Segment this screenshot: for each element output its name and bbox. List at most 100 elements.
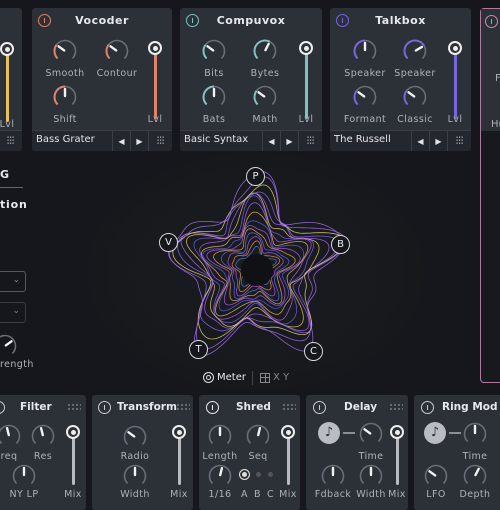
side-subheading: tion — [0, 198, 28, 211]
prev-preset-button[interactable]: ◀ — [411, 131, 429, 151]
meter-button[interactable]: Meter — [203, 372, 246, 383]
link-line — [449, 432, 461, 434]
strength-label: rength — [0, 359, 34, 370]
speaker-2-knob[interactable] — [402, 38, 428, 64]
pattern-a-radio[interactable] — [239, 469, 250, 480]
preset-name[interactable]: The Russell — [330, 131, 411, 151]
power-icon[interactable] — [206, 401, 219, 414]
time-knob[interactable] — [462, 421, 488, 447]
preset-name[interactable]: Bass Grater — [32, 131, 112, 151]
mix-slider[interactable] — [172, 425, 186, 485]
power-icon[interactable] — [98, 401, 111, 414]
strength-knob[interactable] — [0, 333, 18, 359]
node-p[interactable]: P — [246, 167, 265, 186]
math-knob[interactable] — [252, 84, 278, 110]
drag-handle-icon[interactable] — [67, 403, 81, 411]
shape-contour — [220, 232, 290, 302]
shape-contour — [169, 176, 347, 350]
level-slider[interactable] — [448, 41, 462, 119]
seq-knob[interactable] — [245, 423, 271, 449]
power-icon[interactable] — [421, 401, 434, 414]
shape-contour — [213, 228, 296, 305]
sliders-icon[interactable]: ⫶⫶⫶ — [447, 131, 471, 151]
drag-handle-icon[interactable] — [176, 403, 190, 411]
mix-slider[interactable] — [66, 425, 80, 485]
power-icon[interactable] — [485, 15, 498, 28]
ny-lp-knob[interactable] — [11, 463, 37, 489]
length-knob[interactable] — [207, 423, 233, 449]
width-knob[interactable] — [122, 463, 148, 489]
module-title: Compuvox — [216, 14, 286, 27]
pattern-c-radio[interactable] — [268, 472, 273, 477]
res-knob[interactable] — [30, 423, 56, 449]
node-c[interactable]: C — [304, 342, 323, 361]
smooth-knob[interactable] — [52, 38, 78, 64]
depth-knob[interactable] — [462, 463, 488, 489]
level-slider[interactable] — [299, 41, 313, 119]
transform-module: Transform Radio Width Mix — [92, 395, 193, 510]
freq-knob[interactable] — [0, 423, 22, 449]
xy-label: X Y — [273, 372, 290, 383]
sliders-icon[interactable]: ⫶⫶⫶ — [298, 131, 322, 151]
drag-handle-icon[interactable] — [389, 403, 403, 411]
module-title: Shred — [236, 401, 271, 413]
sync-note-icon[interactable]: ♪ — [424, 422, 446, 444]
lfo-knob[interactable] — [423, 463, 449, 489]
knob-label: Res — [33, 451, 53, 462]
slider-label: Lvl — [298, 114, 314, 125]
classic-knob[interactable] — [402, 84, 428, 110]
talkbox-module: Talkbox Speaker Speaker Formant Classic … — [330, 8, 471, 151]
sliders-icon[interactable]: ⫶⫶⫶ — [148, 131, 172, 151]
left-level-label: Lvl — [0, 119, 15, 130]
node-b[interactable]: B — [331, 235, 350, 254]
shape-contour — [227, 236, 284, 297]
bits-knob[interactable] — [201, 38, 227, 64]
power-icon[interactable] — [0, 401, 5, 414]
bats-knob[interactable] — [201, 84, 227, 110]
formant-knob[interactable] — [352, 84, 378, 110]
level-slider[interactable] — [148, 41, 162, 119]
vocal-shape-visualizer[interactable] — [140, 160, 370, 370]
shape-contour — [180, 192, 330, 332]
shape-contour — [172, 184, 346, 340]
left-level-slider[interactable] — [0, 42, 14, 122]
speaker-knob[interactable] — [352, 38, 378, 64]
preset-name[interactable]: Basic Syntax — [180, 131, 262, 151]
knob-label: Shift — [53, 114, 77, 125]
contour-knob[interactable] — [104, 38, 130, 64]
node-t[interactable]: T — [189, 340, 208, 359]
shape-contour — [206, 225, 301, 306]
shape-contour — [199, 202, 312, 321]
shift-knob[interactable] — [52, 84, 78, 110]
next-preset-button[interactable]: ▶ — [130, 131, 148, 151]
sync-note-icon[interactable]: ♪ — [318, 422, 340, 444]
pattern-b-radio[interactable] — [256, 472, 261, 477]
node-v[interactable]: V — [159, 233, 178, 252]
prev-preset-button[interactable]: ◀ — [262, 131, 280, 151]
bytes-knob[interactable] — [252, 38, 278, 64]
mix-slider[interactable] — [390, 425, 404, 485]
side-heading: G — [0, 168, 10, 181]
shape-contour — [231, 240, 281, 293]
filter-module: Filter req Res NY LP Mix — [0, 395, 86, 510]
drag-handle-icon[interactable] — [282, 403, 296, 411]
next-preset-button[interactable]: ▶ — [280, 131, 298, 151]
module-title: Filter — [20, 401, 52, 413]
width-knob[interactable] — [358, 463, 384, 489]
dropdown-2[interactable]: ⌄ — [0, 302, 26, 323]
xy-button[interactable]: X Y — [260, 372, 289, 383]
slider-label: Mix — [64, 489, 82, 500]
prev-preset-button[interactable]: ◀ — [112, 131, 130, 151]
feedback-knob[interactable] — [320, 463, 346, 489]
delay-module: Delay ♪ Time Fdback Width Mix — [306, 395, 408, 510]
dropdown-1[interactable]: ⌄ — [0, 271, 26, 292]
radio-knob[interactable] — [122, 424, 148, 450]
meter-label: Meter — [217, 372, 246, 383]
mix-slider[interactable] — [281, 425, 295, 485]
rate-knob[interactable] — [207, 463, 233, 489]
sliders-icon[interactable]: ⫶⫶⫶ — [0, 131, 22, 151]
next-preset-button[interactable]: ▶ — [429, 131, 447, 151]
power-icon[interactable] — [313, 401, 326, 414]
grid-icon — [260, 372, 270, 383]
time-knob[interactable] — [358, 421, 384, 447]
